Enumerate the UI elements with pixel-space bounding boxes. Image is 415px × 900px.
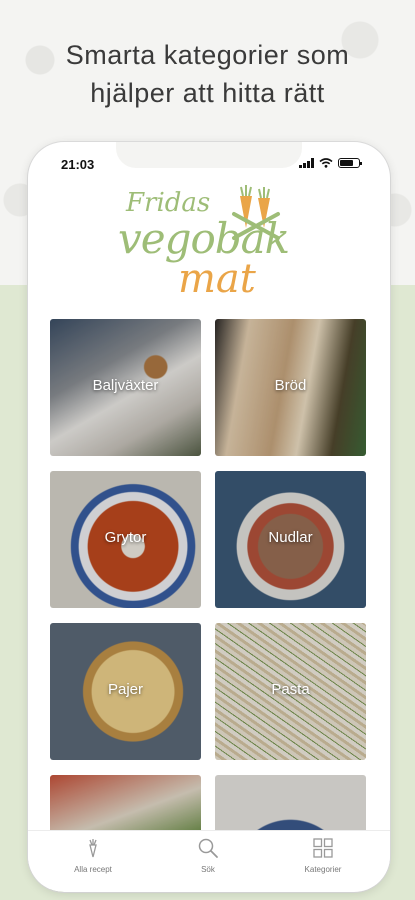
- status-time: 21:03: [61, 157, 95, 172]
- app-logo: Fridas vegobak mat: [118, 184, 308, 304]
- signal-icon: [299, 158, 314, 168]
- category-tile-nudlar[interactable]: Nudlar: [215, 471, 366, 608]
- category-label: Baljväxter: [92, 377, 159, 394]
- phone-notch: [116, 142, 302, 168]
- category-tile-grytor[interactable]: Grytor: [50, 471, 201, 608]
- category-label: Grytor: [104, 529, 147, 546]
- category-tile-pasta[interactable]: Pasta: [215, 623, 366, 760]
- headline-line-2: hjälper att hitta rätt: [90, 78, 325, 108]
- category-label: Pajer: [107, 681, 144, 698]
- category-label: Nudlar: [268, 529, 313, 546]
- tab-label: Kategorier: [304, 865, 342, 874]
- category-tile-pajer[interactable]: Pajer: [50, 623, 201, 760]
- tab-alla-recept[interactable]: Alla recept: [43, 837, 143, 874]
- battery-icon: [338, 158, 362, 168]
- wifi-icon: [319, 158, 333, 168]
- carrot-icon: [89, 839, 97, 858]
- phone-frame: 21:03 Fridas vegobak mat Baljväxter Bröd: [28, 142, 390, 892]
- tab-kategorier[interactable]: Kategorier: [273, 837, 373, 874]
- headline-line-1: Smarta kategorier som: [65, 40, 350, 70]
- carrot-logo-icon: [232, 185, 280, 240]
- logo-text-3: mat: [178, 256, 256, 302]
- status-icons: [299, 158, 362, 168]
- tab-label: Sök: [201, 865, 215, 874]
- tab-label: Alla recept: [74, 865, 112, 874]
- category-label: Bröd: [274, 377, 307, 394]
- bottom-tab-bar: Alla recept Sök Kategorier: [28, 830, 390, 892]
- tab-sok[interactable]: Sök: [158, 837, 258, 874]
- grid-icon: [313, 838, 333, 858]
- category-tile-brod[interactable]: Bröd: [215, 319, 366, 456]
- search-icon: [198, 838, 218, 858]
- category-tile-baljvaxter[interactable]: Baljväxter: [50, 319, 201, 456]
- category-label: Pasta: [271, 681, 310, 698]
- headline: Smarta kategorier som hjälper att hitta …: [0, 36, 415, 112]
